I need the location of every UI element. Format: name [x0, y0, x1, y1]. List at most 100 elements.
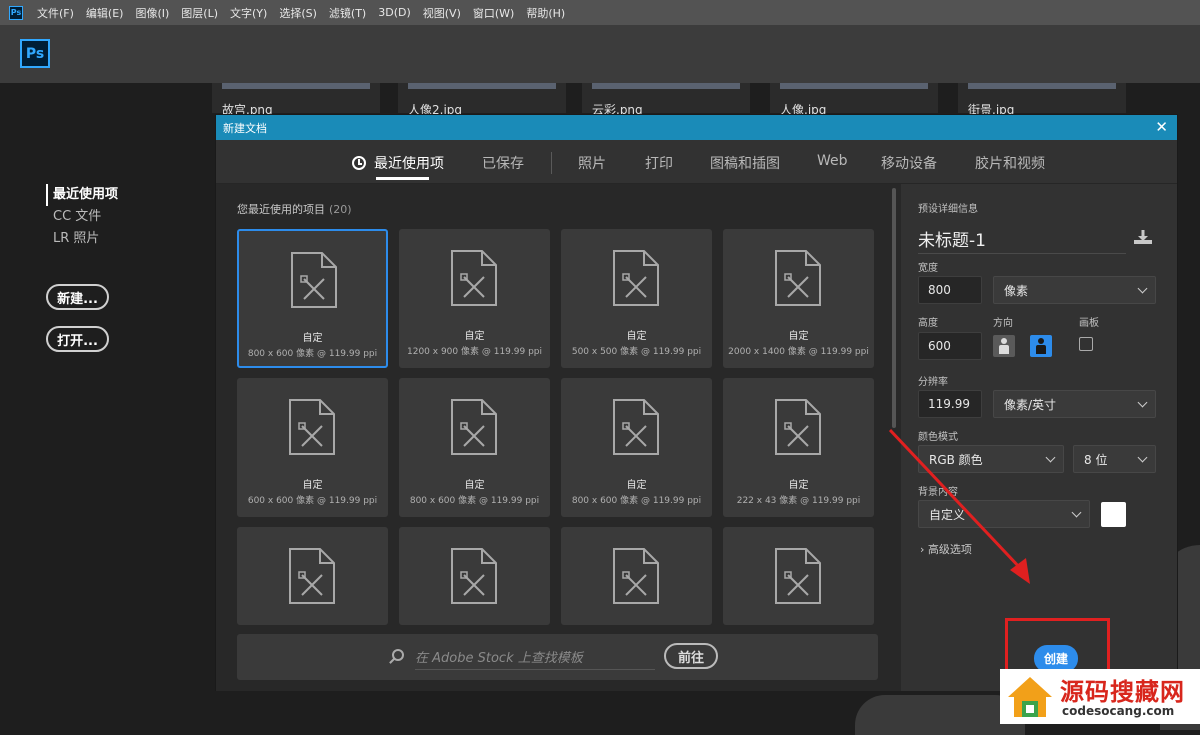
menu-window[interactable]: 窗口(W) — [473, 5, 514, 21]
background-color-swatch[interactable] — [1101, 502, 1126, 527]
section-count: (20) — [329, 203, 352, 216]
menu-image[interactable]: 图像(I) — [135, 5, 169, 21]
resolution-unit-select[interactable]: 像素/英寸 — [993, 390, 1156, 418]
sidebar-item-cc-files[interactable]: CC 文件 — [46, 206, 118, 228]
sidebar-item-lr-photos[interactable]: LR 照片 — [46, 228, 118, 250]
document-icon — [451, 250, 497, 306]
preset-dimensions: 800 x 600 像素 @ 119.99 ppi — [571, 496, 702, 506]
preset-card[interactable] — [723, 527, 874, 625]
preset-dimensions: 222 x 43 像素 @ 119.99 ppi — [736, 496, 861, 506]
menu-help[interactable]: 帮助(H) — [526, 5, 565, 21]
tab-film-video[interactable]: 胶片和视频 — [975, 153, 1045, 173]
active-tab-indicator — [376, 177, 429, 180]
document-icon — [291, 252, 337, 308]
search-icon — [392, 649, 404, 661]
section-title: 您最近使用的项目 — [237, 203, 325, 216]
artboard-checkbox[interactable] — [1079, 337, 1093, 351]
preset-card[interactable]: 自定 600 x 600 像素 @ 119.99 ppi — [237, 378, 388, 517]
new-button[interactable]: 新建... — [46, 284, 109, 310]
recent-file-thumb[interactable]: 故宫.png — [212, 83, 380, 117]
tab-saved[interactable]: 已保存 — [482, 153, 524, 173]
menu-type[interactable]: 文字(Y) — [230, 5, 267, 21]
preset-card[interactable]: 自定 2000 x 1400 像素 @ 119.99 ppi — [723, 229, 874, 368]
menu-3d[interactable]: 3D(D) — [378, 6, 411, 19]
select-value: 像素/英寸 — [1004, 397, 1057, 412]
home-header — [0, 25, 1200, 83]
scrollbar[interactable] — [892, 188, 896, 428]
document-icon — [289, 548, 335, 604]
portrait-icon[interactable] — [993, 335, 1015, 357]
recent-file-thumb[interactable]: 人像.jpg — [770, 83, 938, 117]
color-mode-select[interactable]: RGB 颜色 — [918, 445, 1064, 473]
preset-name: 自定 — [788, 480, 809, 491]
tab-print[interactable]: 打印 — [645, 153, 673, 173]
advanced-options-toggle[interactable]: › 高级选项 — [920, 541, 972, 557]
preset-dimensions: 800 x 600 像素 @ 119.99 ppi — [247, 349, 378, 359]
preset-dimensions: 1200 x 900 像素 @ 119.99 ppi — [407, 347, 542, 357]
preset-card[interactable] — [237, 527, 388, 625]
menu-select[interactable]: 选择(S) — [279, 5, 317, 21]
document-icon — [775, 548, 821, 604]
background-select[interactable]: 自定义 — [918, 500, 1090, 528]
menu-view[interactable]: 视图(V) — [423, 5, 461, 21]
document-icon — [451, 399, 497, 455]
home-sidebar: 最近使用项 CC 文件 LR 照片 — [46, 184, 118, 250]
open-button[interactable]: 打开... — [46, 326, 109, 352]
go-button[interactable]: 前往 — [664, 643, 718, 669]
tab-mobile[interactable]: 移动设备 — [881, 153, 937, 173]
photoshop-small-logo: Ps — [9, 5, 23, 20]
document-icon — [613, 399, 659, 455]
preset-card[interactable]: 自定 500 x 500 像素 @ 119.99 ppi — [561, 229, 712, 368]
menu-file[interactable]: 文件(F) — [37, 5, 74, 21]
recent-file-thumb[interactable]: 人像2.jpg — [398, 83, 566, 117]
document-icon — [613, 548, 659, 604]
width-input[interactable]: 800 — [918, 276, 982, 304]
recent-file-thumb[interactable]: 云彩.png — [582, 83, 750, 117]
preset-card[interactable]: 自定 800 x 600 像素 @ 119.99 ppi — [399, 378, 550, 517]
document-name-input[interactable]: 未标题-1 — [918, 226, 1126, 254]
tab-art-illustration[interactable]: 图稿和插图 — [710, 153, 780, 173]
resolution-input[interactable]: 119.99 — [918, 390, 982, 418]
preset-details-header: 预设详细信息 — [918, 204, 978, 215]
thumb-image — [592, 83, 740, 89]
menu-bar: Ps 文件(F) 编辑(E) 图像(I) 图层(L) 文字(Y) 选择(S) 滤… — [0, 0, 1200, 25]
preset-name: 自定 — [302, 333, 323, 344]
preset-card[interactable]: 自定 800 x 600 像素 @ 119.99 ppi — [561, 378, 712, 517]
width-unit-select[interactable]: 像素 — [993, 276, 1156, 304]
tab-recent[interactable]: 最近使用项 — [352, 153, 444, 173]
recent-file-thumb[interactable]: 街景.jpg — [958, 83, 1126, 117]
sidebar-item-recent[interactable]: 最近使用项 — [46, 184, 118, 206]
preset-card[interactable]: 自定 800 x 600 像素 @ 119.99 ppi — [237, 229, 388, 368]
bit-depth-select[interactable]: 8 位 — [1073, 445, 1156, 473]
stock-search-input[interactable]: 在 Adobe Stock 上查找模板 — [415, 647, 655, 670]
landscape-icon[interactable] — [1030, 335, 1052, 357]
preset-card[interactable] — [561, 527, 712, 625]
chevron-down-icon — [1137, 283, 1148, 294]
menu-edit[interactable]: 编辑(E) — [86, 5, 124, 21]
house-logo-icon — [1008, 677, 1052, 717]
preset-card[interactable] — [399, 527, 550, 625]
close-icon[interactable]: ✕ — [1155, 118, 1168, 136]
figure-head — [1001, 338, 1007, 344]
thumb-image — [780, 83, 928, 89]
menu-filter[interactable]: 滤镜(T) — [329, 5, 366, 21]
tab-photo[interactable]: 照片 — [578, 153, 606, 173]
chevron-down-icon — [1137, 452, 1148, 463]
preset-name: 自定 — [464, 331, 485, 342]
document-icon — [775, 399, 821, 455]
chevron-down-icon — [1137, 397, 1148, 408]
height-label: 高度 — [918, 318, 938, 329]
document-icon — [613, 250, 659, 306]
chevron-down-icon — [1071, 507, 1082, 518]
recent-files-strip: 故宫.png 人像2.jpg 云彩.png 人像.jpg 街景.jpg — [0, 83, 1200, 117]
menu-layer[interactable]: 图层(L) — [181, 5, 218, 21]
height-input[interactable]: 600 — [918, 332, 982, 360]
preset-dimensions: 800 x 600 像素 @ 119.99 ppi — [409, 496, 540, 506]
preset-card[interactable]: 自定 222 x 43 像素 @ 119.99 ppi — [723, 378, 874, 517]
save-preset-icon[interactable] — [1133, 229, 1153, 245]
stock-search-bar: 在 Adobe Stock 上查找模板 前往 — [237, 634, 878, 680]
watermark-text: 源码搜藏网 — [1060, 678, 1185, 706]
preset-card[interactable]: 自定 1200 x 900 像素 @ 119.99 ppi — [399, 229, 550, 368]
select-value: RGB 颜色 — [929, 452, 983, 467]
tab-web[interactable]: Web — [817, 153, 848, 169]
